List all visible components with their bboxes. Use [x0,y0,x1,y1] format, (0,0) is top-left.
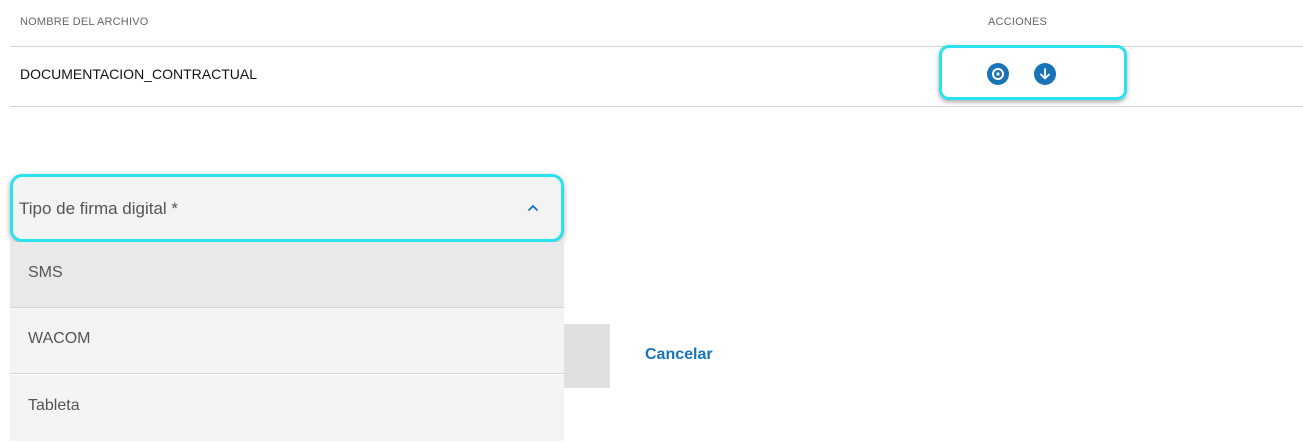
chevron-up-icon[interactable] [526,201,540,215]
option-tableta[interactable]: Tableta [10,375,564,441]
option-label: Tableta [28,397,80,414]
column-header-actions: ACCIONES [988,16,1048,28]
option-sms[interactable]: SMS [10,242,564,308]
column-header-file-name: NOMBRE DEL ARCHIVO [20,16,149,28]
download-icon [1040,68,1050,80]
signature-type-options: SMS WACOM Tableta [10,242,564,442]
cancel-link[interactable]: Cancelar [645,346,713,364]
option-label: SMS [28,264,63,281]
signature-type-field[interactable]: Tipo de firma digital * [10,174,564,242]
obscured-button[interactable] [564,324,610,388]
option-wacom[interactable]: WACOM [10,308,564,374]
actions-cell [939,45,1127,100]
signature-type-select[interactable]: Tipo de firma digital * [10,174,564,242]
row-divider [10,106,1303,107]
option-label: WACOM [28,330,91,347]
eye-icon [992,68,1004,80]
signature-type-label: Tipo de firma digital * [19,199,179,218]
download-button[interactable] [1034,63,1056,85]
files-table: NOMBRE DEL ARCHIVO ACCIONES DOCUMENTACIO… [10,0,1303,108]
file-name-cell: DOCUMENTACION_CONTRACTUAL [20,66,257,82]
view-button[interactable] [987,63,1009,85]
